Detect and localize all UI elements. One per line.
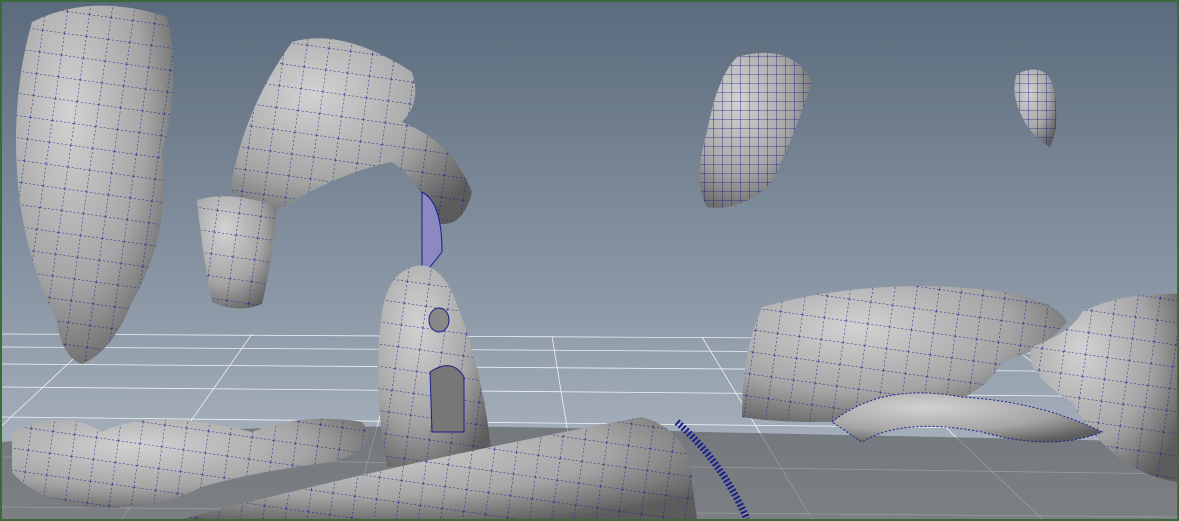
viewport-scene[interactable] bbox=[2, 2, 1177, 519]
3d-viewport[interactable] bbox=[0, 0, 1179, 521]
